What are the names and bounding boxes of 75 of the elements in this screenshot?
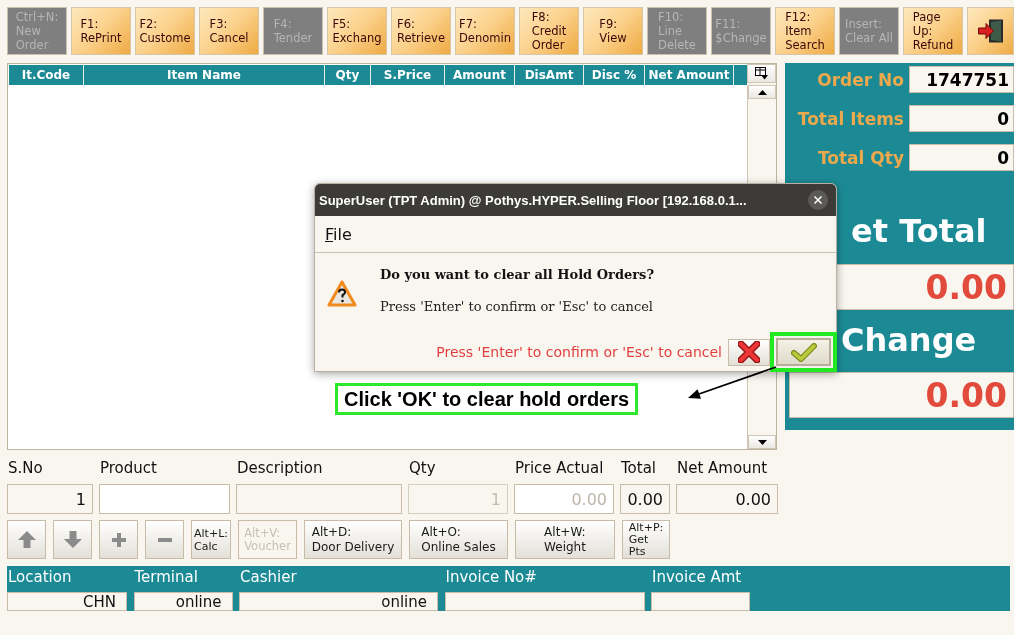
entry-field[interactable]: [236, 484, 402, 514]
summary-field[interactable]: 0: [909, 144, 1014, 171]
warning-question-icon: [327, 280, 357, 307]
status-label: Invoice No#: [444, 567, 538, 588]
dialog-title: SuperUser (TPT Admin) @ Pothys.HYPER.Selling Floor [192.168.0.1...: [319, 192, 747, 208]
summary-label: Order No: [816, 69, 905, 90]
toolbar-button[interactable]: F7: Denomin: [455, 7, 515, 55]
toolbar-button[interactable]: F5: Exchang: [327, 7, 387, 55]
toolbar-button[interactable]: F2: Custome: [135, 7, 195, 55]
status-label: Location: [7, 567, 73, 588]
action-button[interactable]: Alt+L: Calc: [191, 520, 231, 559]
scroll-down-button[interactable]: [748, 435, 776, 449]
field-label: Qty: [408, 459, 436, 478]
hint-text: Press 'Enter' to confirm or 'Esc' to cancel: [436, 344, 722, 360]
up-arrow-icon: [17, 531, 36, 548]
check-icon: [790, 342, 817, 362]
status-field[interactable]: online: [133, 592, 233, 611]
toolbar-button[interactable]: Page Up: Refund: [903, 7, 963, 55]
field-label: Total: [620, 459, 657, 478]
dialog-message: Press 'Enter' to confirm or 'Esc' to cancel: [380, 298, 655, 315]
toolbar-button[interactable]: F1: RePrint: [71, 7, 131, 55]
scroll-up-button[interactable]: [748, 85, 776, 99]
summary-field[interactable]: 1747751: [909, 66, 1014, 93]
down-triangle-icon: [757, 439, 767, 445]
status-label: Invoice Amt: [651, 567, 743, 588]
action-button[interactable]: Alt+P: Get Pts: [622, 520, 670, 559]
status-field[interactable]: CHN: [7, 592, 127, 611]
action-button[interactable]: Alt+O: Online Sales: [409, 520, 508, 559]
move-up-button[interactable]: [7, 520, 46, 559]
cancel-button[interactable]: [728, 338, 770, 366]
toolbar-button[interactable]: F9: View: [583, 7, 643, 55]
field-label: S.No: [7, 459, 43, 478]
status-label: Terminal: [133, 567, 199, 588]
up-triangle-icon: [757, 89, 767, 95]
remove-button[interactable]: [145, 520, 184, 559]
column-chooser-button[interactable]: [747, 64, 776, 83]
toolbar-button[interactable]: F12: Item Search: [775, 7, 835, 55]
status-field[interactable]: [444, 592, 645, 611]
dialog-question: Do you want to clear all Hold Orders?: [380, 266, 655, 283]
callout-label: Click 'OK' to clear hold orders: [335, 383, 639, 415]
total-field[interactable]: 0.00: [789, 372, 1014, 418]
cross-icon: [738, 341, 760, 363]
door-arrow-icon: [977, 19, 1004, 43]
table-down-arrow-icon: [755, 67, 768, 80]
close-button[interactable]: [808, 190, 828, 210]
plus-icon: [111, 532, 126, 547]
total-heading: et Total: [851, 211, 987, 252]
summary-label: Total Qty: [816, 147, 905, 168]
toolbar-button[interactable]: F6: Retrieve: [391, 7, 451, 55]
total-heading: Change: [841, 320, 977, 361]
summary-field[interactable]: 0: [909, 105, 1014, 132]
entry-field[interactable]: 1: [7, 484, 93, 514]
entry-field[interactable]: [99, 484, 230, 514]
add-button[interactable]: [99, 520, 138, 559]
entry-field[interactable]: 0.00: [620, 484, 670, 514]
action-button[interactable]: Alt+W: Weight: [515, 520, 615, 559]
entry-field[interactable]: 0.00: [676, 484, 778, 514]
status-field[interactable]: [651, 592, 750, 611]
toolbar-button[interactable]: F8: Credit Order: [519, 7, 579, 55]
exit-button[interactable]: [967, 7, 1014, 55]
minus-icon: [157, 537, 172, 542]
field-label: Price Actual: [514, 459, 604, 478]
move-down-button[interactable]: [53, 520, 92, 559]
menu-item[interactable]: File: [325, 224, 352, 244]
entry-field[interactable]: 0.00: [514, 484, 614, 514]
summary-label: Total Items: [796, 108, 905, 129]
down-arrow-icon: [63, 531, 82, 548]
field-label: Net Amount: [676, 459, 768, 478]
close-icon: [814, 196, 822, 204]
toolbar-button[interactable]: F3: Cancel: [199, 7, 259, 55]
status-label: Cashier: [239, 567, 298, 588]
status-field[interactable]: online: [239, 592, 438, 611]
field-label: Product: [99, 459, 157, 478]
action-button[interactable]: Alt+D: Door Delivery: [304, 520, 402, 559]
field-label: Description: [236, 459, 323, 478]
